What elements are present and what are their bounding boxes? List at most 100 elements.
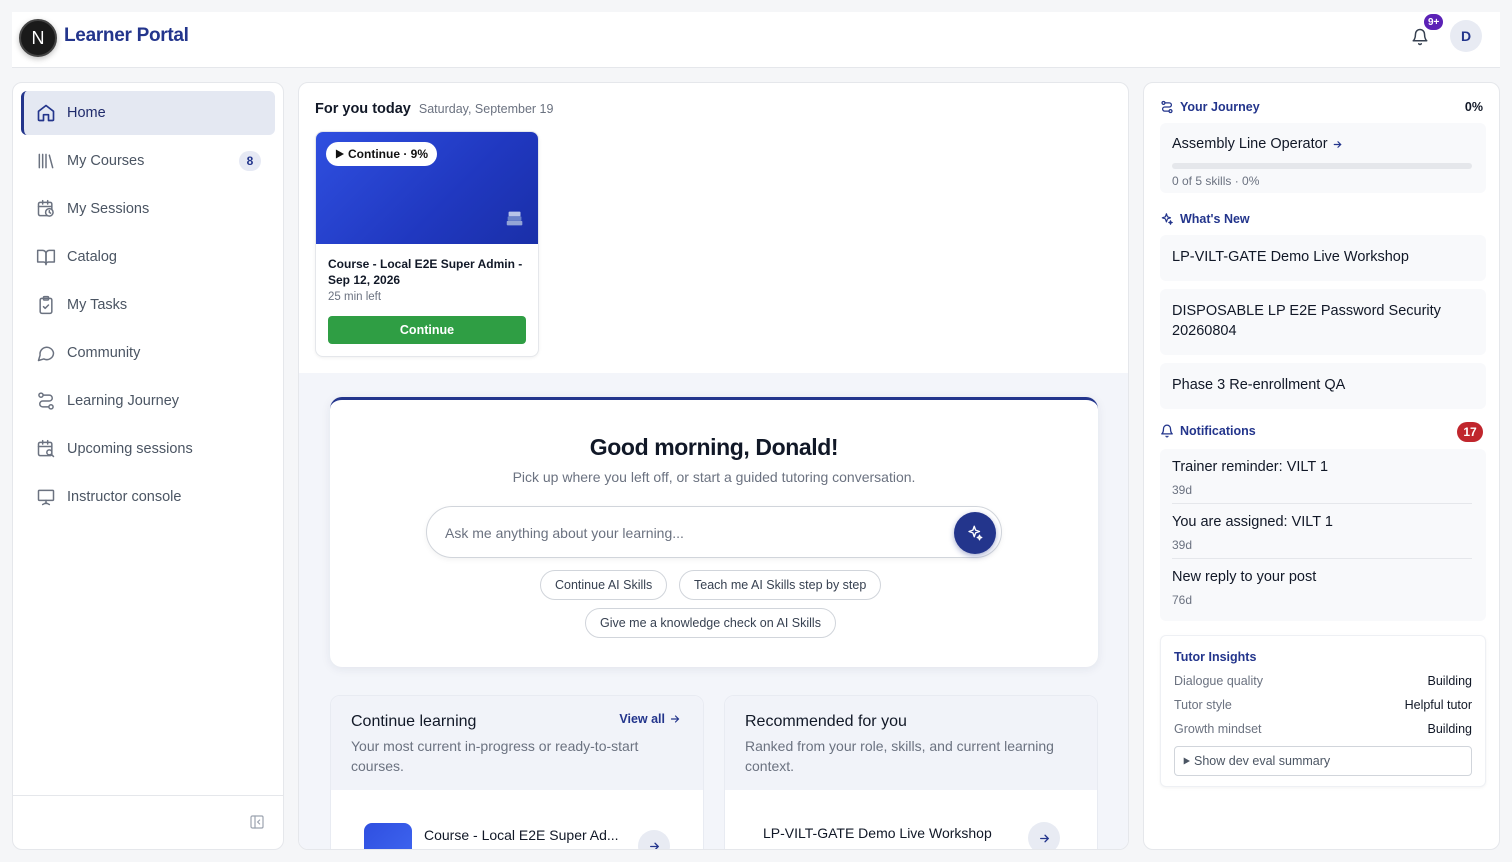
sidebar: Home My Courses 8 My Sessions Catalog My… <box>12 82 284 850</box>
show-dev-eval-button[interactable]: Show dev eval summary <box>1174 746 1472 776</box>
panel-subtitle: Ranked from your role, skills, and curre… <box>745 738 1054 774</box>
arrow-right-icon <box>1039 834 1049 842</box>
logo[interactable]: N <box>19 19 57 57</box>
open-recommended-button[interactable] <box>1028 822 1060 849</box>
for-you-today-header: For you today Saturday, September 19 <box>315 101 553 117</box>
notification-title: Trainer reminder: VILT 1 <box>1172 459 1329 475</box>
top-bar: N Learner Portal 9+ D <box>12 12 1500 68</box>
ask-input[interactable] <box>445 521 925 545</box>
whats-new-item[interactable]: DISPOSABLE LP E2E Password Security 2026… <box>1160 289 1486 355</box>
insight-row: Tutor style Helpful tutor <box>1174 698 1472 712</box>
notification-badge: 9+ <box>1422 12 1446 32</box>
recommended-row-title[interactable]: LP-VILT-GATE Demo Live Workshop <box>763 825 992 841</box>
whats-new-title: Phase 3 Re-enrollment QA <box>1172 377 1346 393</box>
prompt-chip[interactable]: Continue AI Skills <box>540 570 668 600</box>
notifications-count-badge: 17 <box>1457 422 1483 442</box>
prompt-chip[interactable]: Give me a knowledge check on AI Skills <box>585 608 836 638</box>
sidebar-item-label: Instructor console <box>67 489 182 505</box>
sidebar-item-my-sessions[interactable]: My Sessions <box>21 187 275 231</box>
sidebar-item-community[interactable]: Community <box>21 331 275 375</box>
course-card-title: Course - Local E2E Super Admin - Sep 12,… <box>328 257 523 287</box>
course-thumbnail <box>364 823 412 849</box>
notification-time: 76d <box>1172 593 1193 607</box>
right-column: Your Journey 0% Assembly Line Operator 0… <box>1143 82 1500 850</box>
route-icon <box>1160 100 1174 114</box>
lower-area: Good morning, Donald! Pick up where you … <box>299 373 1128 849</box>
greeting-subtitle: Pick up where you left off, or start a g… <box>512 469 916 485</box>
sidebar-item-learning-journey[interactable]: Learning Journey <box>21 379 275 423</box>
insight-value: Helpful tutor <box>1404 698 1472 712</box>
panel-subtitle: Your most current in-progress or ready-t… <box>351 738 639 774</box>
sidebar-item-home[interactable]: Home <box>21 91 275 135</box>
main-content: For you today Saturday, September 19 Con… <box>298 82 1129 850</box>
whats-new-heading: What's New <box>1160 212 1250 226</box>
presentation-icon <box>35 486 57 508</box>
collapse-sidebar-icon[interactable] <box>249 814 265 830</box>
sidebar-item-instructor-console[interactable]: Instructor console <box>21 475 275 519</box>
sidebar-item-upcoming-sessions[interactable]: Upcoming sessions <box>21 427 275 471</box>
whats-new-item[interactable]: Phase 3 Re-enrollment QA <box>1160 363 1486 409</box>
clipboard-check-icon <box>35 294 57 316</box>
notification-time: 39d <box>1172 538 1193 552</box>
sidebar-item-label: My Sessions <box>67 201 150 217</box>
notifications-heading: Notifications <box>1160 424 1256 438</box>
avatar[interactable]: D <box>1450 20 1482 52</box>
today-date: Saturday, September 19 <box>418 102 554 116</box>
journey-box[interactable]: Assembly Line Operator 0 of 5 skills · 0… <box>1160 123 1486 193</box>
continue-button[interactable]: Continue <box>328 316 526 344</box>
triangle-right-icon <box>1183 757 1190 765</box>
notification-item[interactable]: New reply to your post 76d <box>1172 559 1472 614</box>
arrow-right-icon <box>670 715 680 723</box>
sidebar-item-label: Home <box>67 105 106 121</box>
chat-bubble-icon <box>35 342 57 364</box>
notification-item[interactable]: Trainer reminder: VILT 1 39d <box>1172 449 1472 504</box>
arrow-right-icon <box>649 842 659 849</box>
insight-row: Dialogue quality Building <box>1174 674 1472 688</box>
sparkle-icon <box>968 525 983 541</box>
insight-value: Building <box>1427 722 1472 736</box>
sidebar-item-label: Community <box>67 345 141 361</box>
bell-icon <box>1160 424 1174 438</box>
journey-progress-bar <box>1172 163 1472 169</box>
sidebar-item-label: My Courses <box>67 153 145 169</box>
whats-new-item[interactable]: LP-VILT-GATE Demo Live Workshop <box>1160 235 1486 281</box>
sparkle-icon <box>1160 212 1174 226</box>
course-card-hero: Continue · 9% <box>316 132 538 244</box>
tutor-insights-card: Tutor Insights Dialogue quality Building… <box>1160 635 1486 787</box>
open-course-button[interactable] <box>638 830 670 849</box>
section-heading: What's New <box>1180 212 1250 226</box>
insight-key: Tutor style <box>1174 698 1232 712</box>
view-all-link[interactable]: View all <box>619 712 681 726</box>
journey-percent: 0% <box>1464 100 1483 114</box>
section-heading: Your Journey <box>1180 100 1260 114</box>
prompt-chip[interactable]: Teach me AI Skills step by step <box>679 570 882 600</box>
send-sparkle-button[interactable] <box>954 512 996 554</box>
sidebar-item-label: Learning Journey <box>67 393 180 409</box>
notification-item[interactable]: You are assigned: VILT 1 39d <box>1172 504 1472 559</box>
course-row-title[interactable]: Course - Local E2E Super Ad... <box>424 827 619 843</box>
home-icon <box>35 102 57 124</box>
greeting: Good morning, Donald! <box>589 434 839 460</box>
books-icon <box>504 208 526 230</box>
sidebar-item-catalog[interactable]: Catalog <box>21 235 275 279</box>
tutor-insights-heading: Tutor Insights <box>1174 650 1257 664</box>
insight-key: Dialogue quality <box>1174 674 1263 688</box>
journey-meta: 0 of 5 skills · 0% <box>1172 174 1260 188</box>
journey-title-label: Assembly Line Operator <box>1172 136 1328 152</box>
ask-box <box>426 506 1002 558</box>
sidebar-item-my-tasks[interactable]: My Tasks <box>21 283 275 327</box>
notification-title: New reply to your post <box>1172 569 1317 585</box>
view-all-label: View all <box>619 712 665 726</box>
notification-title: You are assigned: VILT 1 <box>1172 514 1333 530</box>
course-time-left: 25 min left <box>328 291 382 303</box>
notifications-list: Trainer reminder: VILT 1 39d You are ass… <box>1160 449 1486 621</box>
courses-count-badge: 8 <box>239 151 261 171</box>
course-card[interactable]: Continue · 9% Course - Local E2E Super A… <box>315 131 539 357</box>
brand-title[interactable]: Learner Portal <box>64 25 189 47</box>
panel-header: Recommended for you Ranked from your rol… <box>725 696 1097 790</box>
sidebar-item-my-courses[interactable]: My Courses 8 <box>21 139 275 183</box>
dev-button-label: Show dev eval summary <box>1194 754 1331 768</box>
arrow-right-icon <box>1333 140 1342 148</box>
journey-title[interactable]: Assembly Line Operator <box>1172 136 1343 152</box>
sidebar-footer <box>13 795 283 849</box>
